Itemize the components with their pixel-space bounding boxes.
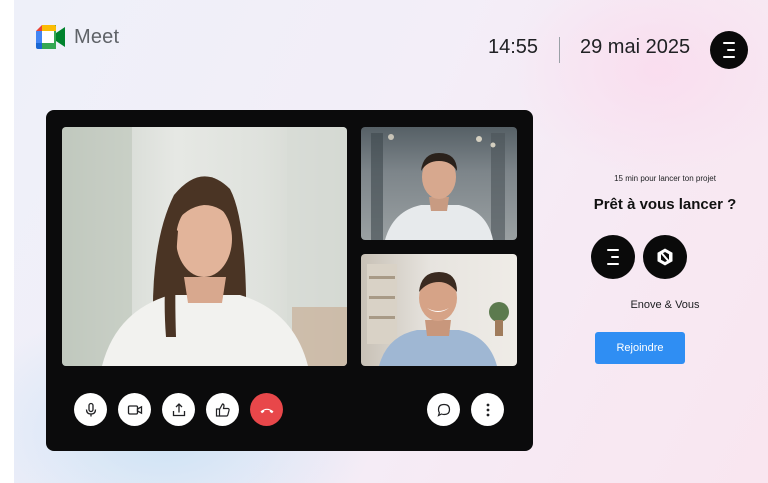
google-meet-logo-icon (36, 25, 65, 49)
person-man-video (367, 264, 509, 366)
app-logo[interactable]: Meet (34, 23, 119, 51)
join-subtitle: 15 min pour lancer ton projet (614, 174, 716, 183)
join-title: Prêt à vous lancer ? (593, 196, 737, 213)
mic-button[interactable] (74, 393, 107, 426)
camera-icon (127, 404, 142, 415)
current-time: 14:55 (488, 36, 539, 58)
call-controls-left (74, 393, 283, 426)
partner-hexagon-icon (657, 248, 673, 266)
enove-e-icon (607, 249, 619, 265)
call-controls-right (427, 393, 504, 426)
participant-tile-main[interactable] (62, 127, 347, 366)
reaction-button[interactable] (206, 393, 239, 426)
share-screen-button[interactable] (162, 393, 195, 426)
brands-label: Enove & Vous (630, 299, 700, 311)
current-date: 29 mai 2025 (580, 36, 691, 58)
avatar[interactable] (710, 31, 748, 69)
hang-up-icon (260, 408, 273, 413)
microphone-icon (85, 402, 96, 416)
camera-button[interactable] (118, 393, 151, 426)
header-divider (559, 37, 560, 63)
person-woman-video (62, 127, 347, 366)
app-name: Meet (74, 25, 120, 48)
more-options-button[interactable] (471, 393, 504, 426)
enove-e-icon (723, 42, 735, 58)
participant-tile-top-right[interactable] (361, 127, 517, 240)
chat-icon (436, 403, 450, 417)
participant-tile-bottom-right[interactable] (361, 254, 517, 366)
page-background: Meet 14:55 29 mai 2025 15 min pour lance… (14, 0, 768, 483)
more-vertical-icon (486, 403, 489, 416)
enove-logo (591, 235, 635, 279)
hang-up-button[interactable] (250, 393, 283, 426)
video-call-card (46, 110, 533, 451)
chat-button[interactable] (427, 393, 460, 426)
thumbs-up-icon (215, 402, 230, 417)
join-button[interactable]: Rejoindre (595, 332, 685, 364)
person-man-video (371, 133, 505, 240)
partner-logo (643, 235, 687, 279)
share-screen-icon (172, 402, 185, 416)
brand-logos (591, 235, 687, 279)
